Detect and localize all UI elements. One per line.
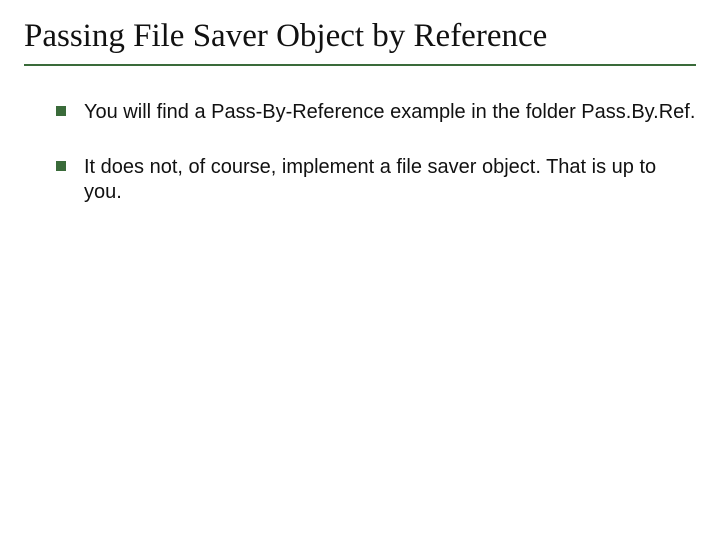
- list-item: You will find a Pass-By-Reference exampl…: [56, 100, 696, 125]
- bullet-text: You will find a Pass-By-Reference exampl…: [84, 101, 695, 123]
- slide: Passing File Saver Object by Reference Y…: [0, 0, 720, 540]
- bullet-list: You will find a Pass-By-Reference exampl…: [24, 100, 696, 205]
- slide-title: Passing File Saver Object by Reference: [24, 18, 696, 56]
- list-item: It does not, of course, implement a file…: [56, 155, 696, 205]
- square-bullet-icon: [56, 106, 66, 116]
- bullet-text: It does not, of course, implement a file…: [84, 156, 656, 203]
- title-container: Passing File Saver Object by Reference: [24, 18, 696, 66]
- square-bullet-icon: [56, 161, 66, 171]
